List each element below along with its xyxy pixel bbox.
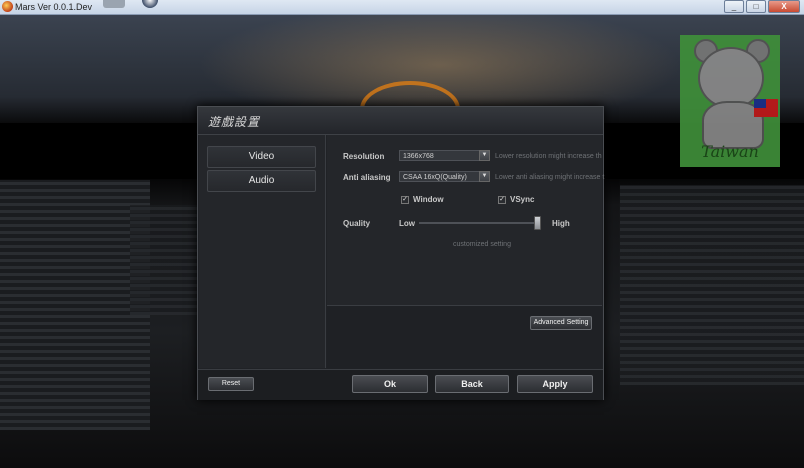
bear-watermark: Taiwan bbox=[680, 35, 780, 167]
watermark-label: Taiwan bbox=[701, 142, 759, 161]
settings-dialog: 遊戲設置 Video Audio Resolution 1366x768 ▼ L… bbox=[197, 106, 604, 400]
apply-button[interactable]: Apply bbox=[517, 375, 593, 393]
resolution-dropdown[interactable]: 1366x768 bbox=[399, 150, 489, 161]
vsync-checkbox[interactable]: ✓ bbox=[498, 196, 506, 204]
window-title: Mars Ver 0.0.1.Dev bbox=[15, 2, 93, 12]
quality-label: Quality bbox=[343, 219, 371, 228]
settings-tabs-panel: Video Audio bbox=[199, 135, 326, 368]
quality-slider[interactable] bbox=[419, 222, 541, 224]
building-right bbox=[620, 185, 804, 385]
resolution-label: Resolution bbox=[343, 152, 385, 161]
anti-aliasing-hint: Lower anti aliasing might increase t bbox=[495, 174, 605, 181]
anti-aliasing-label: Anti aliasing bbox=[343, 173, 391, 182]
window-checkbox-label: Window bbox=[413, 195, 444, 204]
dialog-header: 遊戲設置 bbox=[198, 107, 603, 135]
chevron-down-icon[interactable]: ▼ bbox=[479, 150, 490, 161]
app-icon bbox=[2, 1, 13, 12]
advanced-setting-button[interactable]: Advanced Setting bbox=[530, 316, 592, 330]
advanced-area bbox=[327, 305, 602, 369]
back-button[interactable]: Back bbox=[435, 375, 509, 393]
quality-note: customized setting bbox=[453, 241, 511, 248]
vsync-checkbox-label: VSync bbox=[510, 195, 535, 204]
tab-audio[interactable]: Audio bbox=[207, 170, 316, 192]
maximize-button[interactable]: □ bbox=[746, 0, 766, 13]
anti-aliasing-dropdown[interactable]: CSAA 16xQ(Quality) bbox=[399, 171, 489, 182]
ok-button[interactable]: Ok bbox=[352, 375, 428, 393]
quality-high-label: High bbox=[552, 219, 570, 228]
quality-low-label: Low bbox=[399, 219, 415, 228]
building-left-2 bbox=[130, 205, 200, 315]
close-button[interactable]: X bbox=[768, 0, 800, 13]
resolution-hint: Lower resolution might increase th bbox=[495, 153, 602, 160]
dialog-title: 遊戲設置 bbox=[208, 115, 261, 129]
titlebar-graphic bbox=[103, 0, 125, 8]
window-checkbox[interactable]: ✓ bbox=[401, 196, 409, 204]
titlebar-orb-graphic bbox=[142, 0, 158, 8]
window-controls: _ □ X bbox=[722, 0, 800, 13]
title-bar: Mars Ver 0.0.1.Dev _ □ X bbox=[0, 0, 804, 15]
dialog-footer: Reset Ok Back Apply bbox=[198, 369, 603, 400]
quality-slider-thumb[interactable] bbox=[534, 216, 541, 230]
flag-icon bbox=[754, 99, 778, 117]
reset-button[interactable]: Reset bbox=[208, 377, 254, 391]
minimize-button[interactable]: _ bbox=[724, 0, 744, 13]
building-left bbox=[0, 180, 150, 430]
tab-video[interactable]: Video bbox=[207, 146, 316, 168]
app-window: Mars Ver 0.0.1.Dev _ □ X Taiwan 遊戲設置 Vid… bbox=[0, 0, 804, 468]
chevron-down-icon[interactable]: ▼ bbox=[479, 171, 490, 182]
